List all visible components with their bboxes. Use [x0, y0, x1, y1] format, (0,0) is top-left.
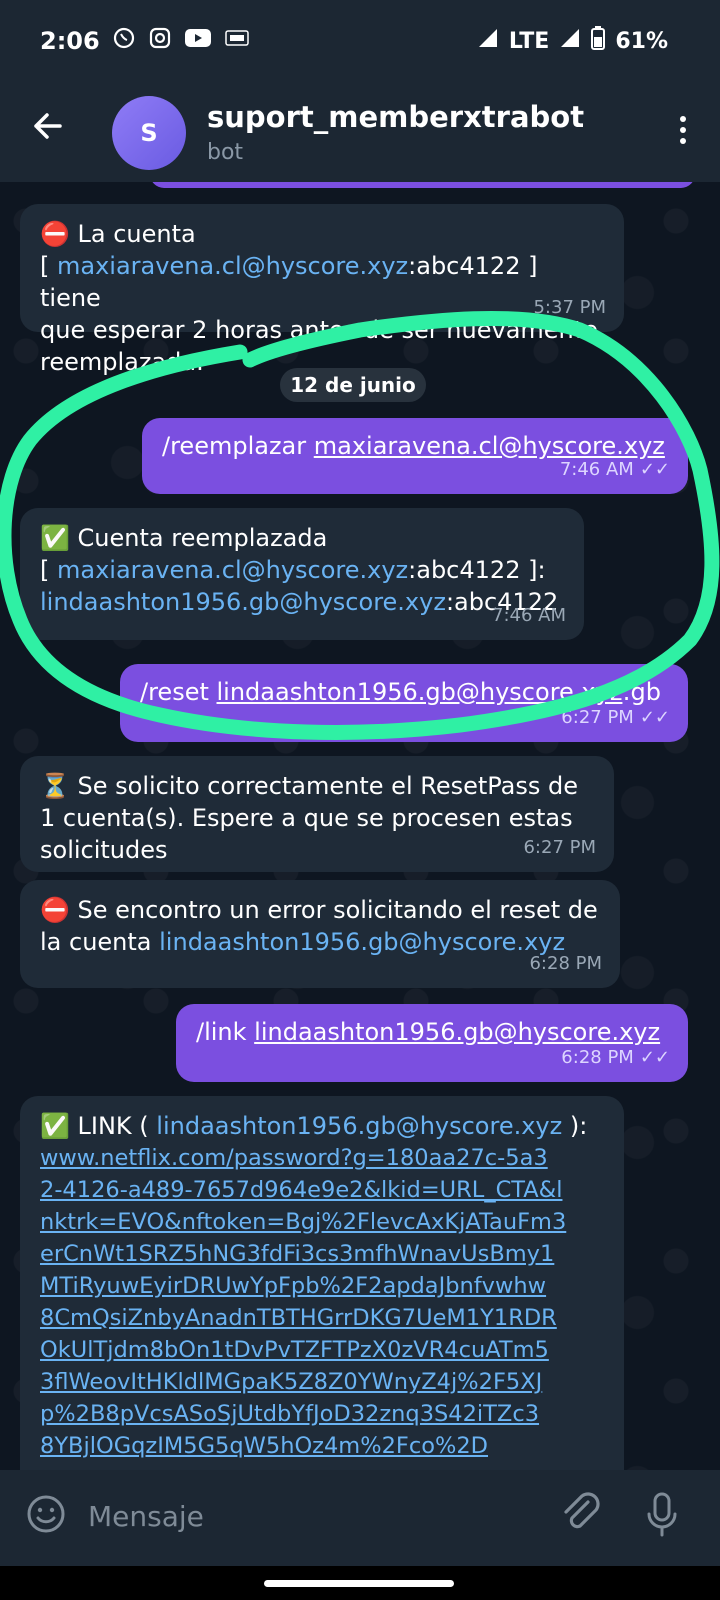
message-bubble-incoming[interactable]: ✅ LINK ( lindaashton1956.gb@hyscore.xyz …: [20, 1096, 624, 1470]
check-icon: ✅: [40, 1112, 70, 1140]
double-check-icon: ✓✓: [639, 707, 670, 728]
chat-subtitle: bot: [207, 140, 244, 165]
paperclip-icon[interactable]: [560, 1490, 600, 1542]
message-bubble-outgoing[interactable]: /link lindaashton1956.gb@hyscore.xyz 6:2…: [176, 1004, 688, 1082]
double-check-icon: ✓✓: [639, 459, 670, 480]
temu-icon: [224, 27, 250, 55]
back-arrow-icon[interactable]: [30, 108, 64, 152]
message-text: [: [40, 252, 57, 280]
more-options-icon[interactable]: [680, 116, 686, 149]
message-time: 6:27 PM ✓✓: [561, 707, 670, 728]
chat-header: S suport_memberxtrabot bot: [0, 86, 720, 182]
message-bubble-incoming[interactable]: ✅ Cuenta reemplazada [ maxiaravena.cl@hy…: [20, 508, 584, 640]
instagram-icon: [148, 26, 172, 56]
url-line[interactable]: 8YBjlOGqzIM5G5qW5hOz4m%2Fco%2D: [40, 1430, 604, 1462]
status-left: 2:06: [40, 26, 250, 56]
message-time: 5:37 PM: [533, 297, 606, 318]
email-link[interactable]: lindaashton1956.gb@hyscore.xyz: [156, 1112, 562, 1140]
hourglass-icon: ⏳: [40, 772, 70, 800]
message-time: 6:27 PM: [523, 837, 596, 858]
message-time: 7:46 AM ✓✓: [559, 459, 670, 480]
url-line[interactable]: 2-4126-a489-7657d964e9e2&lkid=URL_CTA&l: [40, 1174, 604, 1206]
message-input[interactable]: Mensaje: [88, 1500, 204, 1533]
message-bubble-incoming[interactable]: ⛔ La cuenta [ maxiaravena.cl@hyscore.xyz…: [20, 204, 624, 376]
message-bubble-outgoing[interactable]: /reset lindaashton1956.gb@hyscore.xyz:gb…: [120, 664, 688, 742]
system-nav-bar: [0, 1566, 720, 1600]
email-link[interactable]: maxiaravena.cl@hyscore.xyz: [57, 252, 408, 280]
avatar[interactable]: S: [112, 96, 186, 170]
command-text: /reset: [140, 678, 217, 706]
email-link[interactable]: maxiaravena.cl@hyscore.xyz: [57, 556, 408, 584]
battery-icon: [591, 26, 606, 56]
battery-level: 61%: [615, 28, 668, 54]
status-bar: 2:06 LTE 61%: [0, 0, 720, 86]
message-text: Se encontro un error solicitando el rese…: [77, 896, 598, 924]
email-link[interactable]: lindaashton1956.gb@hyscore.xyz: [40, 588, 446, 616]
message-text: ):: [562, 1112, 588, 1140]
whatsapp-icon: [112, 26, 136, 56]
cell-signal-icon: [559, 27, 581, 55]
url-line[interactable]: 8CmQsiZnbyAnadnTBTHGrrDKG7UeM1Y1RDR: [40, 1302, 604, 1334]
message-text: La cuenta: [77, 220, 196, 248]
message-time: 6:28 PM: [529, 953, 602, 974]
stop-icon: ⛔: [40, 220, 70, 248]
message-time: 6:28 PM ✓✓: [561, 1047, 670, 1068]
command-text: /link: [196, 1018, 255, 1046]
message-input-bar: Mensaje: [0, 1470, 720, 1566]
check-icon: ✅: [40, 524, 70, 552]
command-text: /reemplazar: [162, 432, 314, 460]
url-line[interactable]: erCnWt1SRZ5hNG3fdFi3cs3mfhWnavUsBmy1: [40, 1238, 604, 1270]
url-line[interactable]: nktrk=EVO&nftoken=Bgj%2FlevcAxKjATauFm3: [40, 1206, 604, 1238]
url-line[interactable]: www.netflix.com/password?g=180aa27c-5a3: [40, 1142, 604, 1174]
message-text: que esperar 2 horas antes de ser nuevame…: [40, 316, 598, 344]
date-separator: 12 de junio: [280, 368, 426, 402]
message-bubble-partial: [150, 182, 695, 188]
url-line[interactable]: p%2B8pVcsASoSjUtdbYfJoD32znq3S42iTZc3: [40, 1398, 604, 1430]
message-text: Se solicito correctamente el ResetPass d…: [77, 772, 579, 800]
message-text: 1 cuenta(s). Espere a que se procesen es…: [40, 804, 573, 832]
chat-title[interactable]: suport_memberxtrabot: [207, 100, 584, 134]
youtube-icon: [184, 27, 212, 55]
url-link[interactable]: www.netflix.com/password?g=180aa27c-5a3 …: [40, 1142, 604, 1462]
email-link[interactable]: lindaashton1956.gb@hyscore.xyz: [159, 928, 565, 956]
url-line[interactable]: MTiRyuwEyirDRUwYpFpb%2F2apdaJbnfvwhw: [40, 1270, 604, 1302]
message-text: [: [40, 556, 57, 584]
message-time: 7:46 AM: [492, 605, 566, 626]
message-text: LINK (: [77, 1112, 157, 1140]
status-right: LTE 61%: [477, 26, 668, 56]
message-bubble-incoming[interactable]: ⏳ Se solicito correctamente el ResetPass…: [20, 756, 614, 872]
url-line[interactable]: 3flWeovItHKldlMGpaK5Z8Z0YWnyZ4j%2F5XJ: [40, 1366, 604, 1398]
message-bubble-incoming[interactable]: ⛔ Se encontro un error solicitando el re…: [20, 880, 620, 988]
url-line[interactable]: OkUlTjdm8bOn1tDvPvTZFTPzX0zVR4cuATm5: [40, 1334, 604, 1366]
message-bubble-outgoing[interactable]: /reemplazar maxiaravena.cl@hyscore.xyz 7…: [142, 418, 688, 494]
emoji-icon[interactable]: [26, 1494, 66, 1534]
message-text: la cuenta: [40, 928, 160, 956]
stop-icon: ⛔: [40, 896, 70, 924]
network-type: LTE: [508, 28, 550, 54]
double-check-icon: ✓✓: [639, 1047, 670, 1068]
status-time: 2:06: [40, 27, 100, 55]
home-gesture-bar[interactable]: [264, 1580, 454, 1587]
message-text: :abc4122 ]:: [408, 556, 546, 584]
chat-area[interactable]: ⛔ La cuenta [ maxiaravena.cl@hyscore.xyz…: [0, 182, 720, 1470]
message-text: Cuenta reemplazada: [77, 524, 328, 552]
wifi-signal-icon: [477, 27, 499, 55]
microphone-icon[interactable]: [642, 1490, 682, 1544]
message-text: solicitudes: [40, 836, 168, 864]
